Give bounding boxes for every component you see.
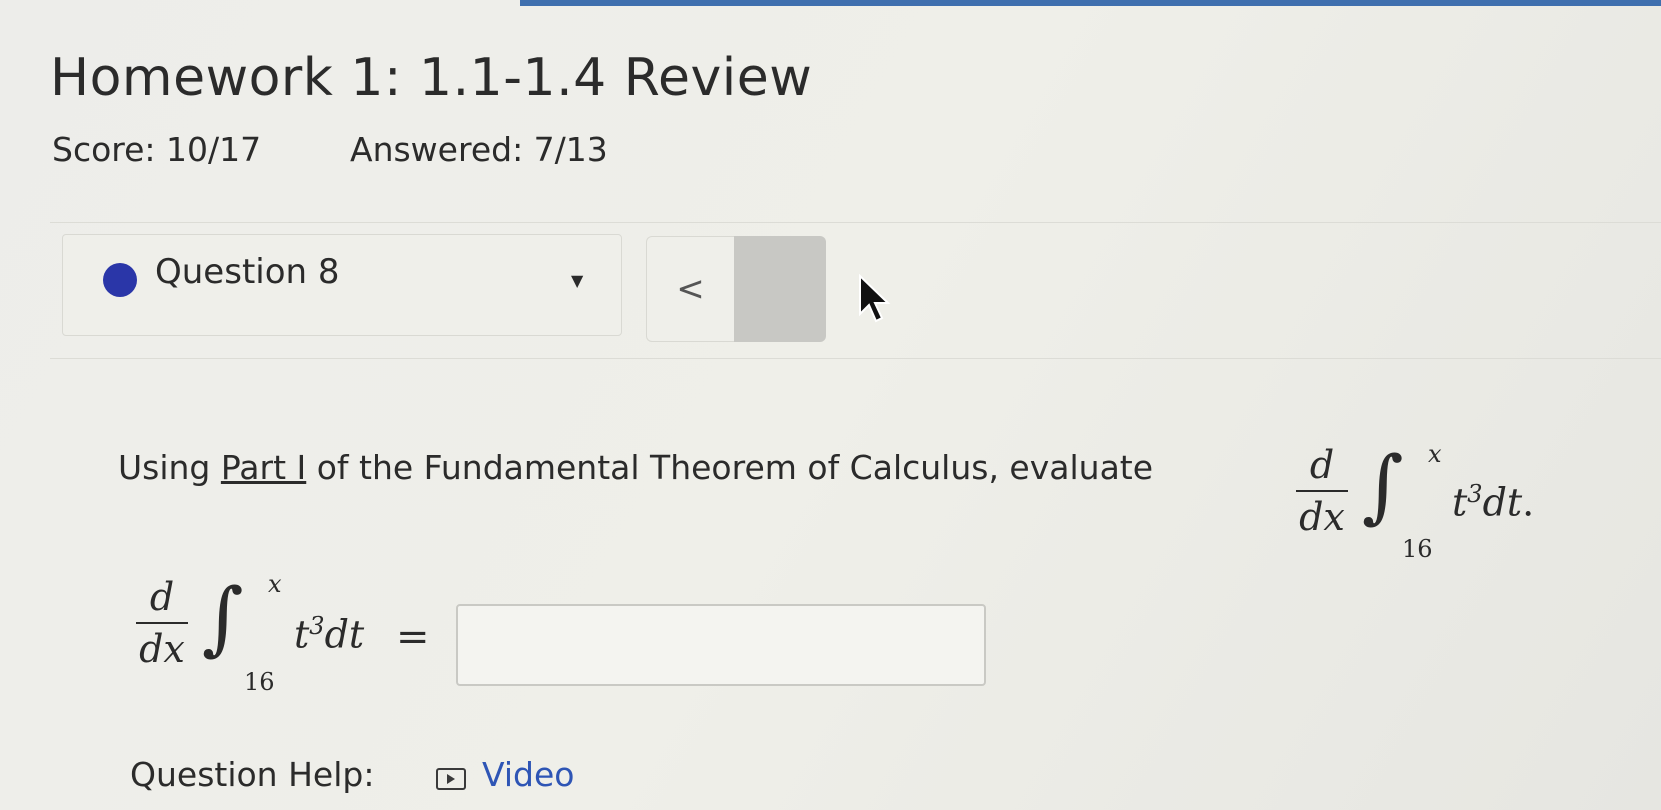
previous-label: < [676,269,705,309]
mouse-cursor-icon [859,274,891,323]
integrand-exponent: 3 [1467,480,1483,508]
integrand-base: t [1452,480,1468,525]
question-select[interactable]: Question 8 ▼ [62,234,622,336]
next-question-button[interactable] [734,236,891,342]
score-text: Score: 10/17 [52,130,262,169]
question-select-label: Question 8 [155,252,340,292]
question-prompt: Using Part I of the Fundamental Theorem … [118,448,1153,487]
top-bar [0,0,1661,12]
previous-question-button[interactable]: < [646,236,734,342]
dropdown-caret-icon: ▼ [571,271,584,290]
integrand-differential: dt [324,612,365,657]
part-one-link[interactable]: Part I [221,448,306,487]
prompt-derivative-fraction: d dx [1296,446,1348,536]
top-accent-bar [520,0,1661,6]
integral-sign-icon: ∫ [1362,439,1404,532]
divider [50,222,1661,223]
question-help-label: Question Help: [130,755,375,794]
integrand: t3dt. [1452,480,1534,525]
answered-text: Answered: 7/13 [350,130,608,169]
fraction-denominator: dx [139,627,185,671]
status-dot-icon [103,263,137,297]
integrand: t3dt [294,612,364,657]
prompt-suffix: of the Fundamental Theorem of Calculus, … [306,448,1154,487]
lower-limit: 16 [1402,535,1433,563]
prompt-prefix: Using [118,448,221,487]
video-play-icon[interactable] [436,768,466,790]
equals-sign: = [396,614,430,660]
integrand-exponent: 3 [309,612,325,640]
video-help-link[interactable]: Video [482,755,574,794]
question-nav-buttons: < [646,236,891,346]
integrand-base: t [294,612,310,657]
prompt-period: . [1522,480,1535,525]
integral-sign-icon: ∫ [202,571,244,664]
upper-limit: x [1428,440,1442,468]
integrand-differential: dt [1482,480,1523,525]
fraction-numerator: d [1309,443,1335,487]
page-title: Homework 1: 1.1-1.4 Review [50,48,813,108]
upper-limit: x [268,570,282,598]
answer-input[interactable] [456,604,986,686]
divider [50,358,1661,359]
fraction-denominator: dx [1299,495,1345,539]
fraction-numerator: d [149,575,175,619]
fraction-bar [1296,490,1348,492]
lower-limit: 16 [244,668,275,696]
answer-derivative-fraction: d dx [136,578,188,668]
fraction-bar [136,622,188,624]
